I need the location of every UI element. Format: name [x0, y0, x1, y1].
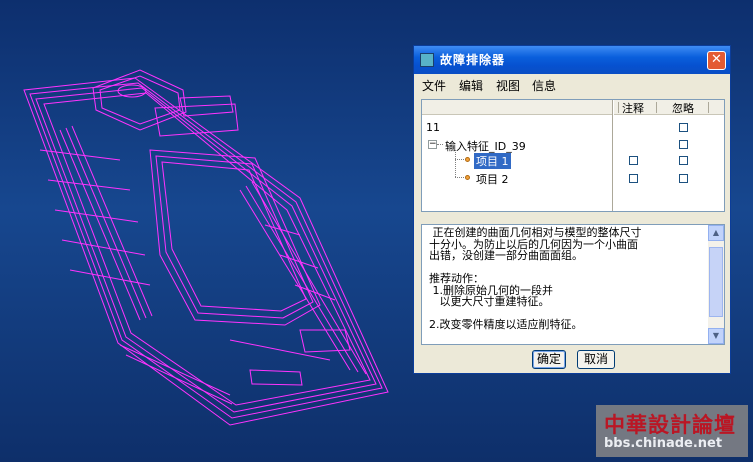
- scroll-up-button[interactable]: ▲: [708, 225, 724, 241]
- tree-connector: [455, 177, 464, 178]
- menu-bar: 文件 编辑 视图 信息: [414, 74, 730, 94]
- tree-item-1[interactable]: 项目 1: [474, 153, 511, 169]
- menu-info[interactable]: 信息: [532, 77, 556, 94]
- tree-connector: [455, 150, 456, 177]
- column-divider[interactable]: [612, 100, 614, 211]
- menu-view[interactable]: 视图: [496, 77, 520, 94]
- tree-collapse-icon[interactable]: −: [428, 140, 437, 149]
- window-icon: [420, 53, 434, 67]
- column-ignore[interactable]: 忽略: [672, 100, 694, 116]
- cancel-button[interactable]: 取消: [577, 350, 615, 369]
- feature-tree-panel[interactable]: 注释 忽略 11 − 输入特征_ID_39 项目 1 项目 2: [421, 99, 725, 212]
- message-text: 正在创建的曲面几何相对与模型的整体尺寸 十分小。为防止以后的几何因为一个小曲面 …: [429, 226, 642, 331]
- watermark-url: bbs.chinade.net: [604, 436, 723, 451]
- ignore-checkbox-root[interactable]: [679, 123, 688, 132]
- tree-connector: [455, 159, 464, 160]
- watermark-title: 中華設計論壇: [604, 412, 736, 437]
- scroll-down-button[interactable]: ▼: [708, 328, 724, 344]
- dialog-titlebar[interactable]: 故障排除器 ✕: [414, 46, 730, 74]
- column-note[interactable]: 注释: [622, 100, 644, 116]
- dialog-title: 故障排除器: [440, 53, 506, 67]
- arrow-down-icon: ▼: [712, 331, 720, 340]
- troubleshooter-dialog: 故障排除器 ✕ 文件 编辑 视图 信息 注释 忽略 11 − 输入特征_ID_3…: [413, 45, 731, 374]
- header-separator: [618, 102, 619, 113]
- tree-feature[interactable]: 输入特征_ID_39: [445, 138, 526, 154]
- tree-root[interactable]: 11: [426, 121, 440, 134]
- item-leaf-icon: [465, 175, 470, 180]
- tree-item-2[interactable]: 项目 2: [476, 171, 509, 187]
- close-button[interactable]: ✕: [707, 51, 726, 70]
- menu-edit[interactable]: 编辑: [459, 77, 483, 94]
- ignore-checkbox-item-2[interactable]: [679, 174, 688, 183]
- arrow-up-icon: ▲: [712, 228, 720, 237]
- item-leaf-icon: [465, 157, 470, 162]
- note-checkbox-item-2[interactable]: [629, 174, 638, 183]
- site-watermark: 中華設計論壇 bbs.chinade.net: [596, 405, 748, 457]
- menu-file[interactable]: 文件: [422, 77, 446, 94]
- scroll-thumb[interactable]: [709, 247, 723, 317]
- header-separator: [656, 102, 657, 113]
- message-scrollbar[interactable]: ▲ ▼: [708, 225, 724, 344]
- close-icon: ✕: [711, 52, 722, 67]
- ignore-checkbox-feature[interactable]: [679, 140, 688, 149]
- ignore-checkbox-item-1[interactable]: [679, 156, 688, 165]
- message-panel[interactable]: 正在创建的曲面几何相对与模型的整体尺寸 十分小。为防止以后的几何因为一个小曲面 …: [421, 224, 725, 345]
- tree-connector: [437, 144, 443, 145]
- header-separator: [708, 102, 709, 113]
- ok-button[interactable]: 确定: [532, 350, 566, 369]
- note-checkbox-item-1[interactable]: [629, 156, 638, 165]
